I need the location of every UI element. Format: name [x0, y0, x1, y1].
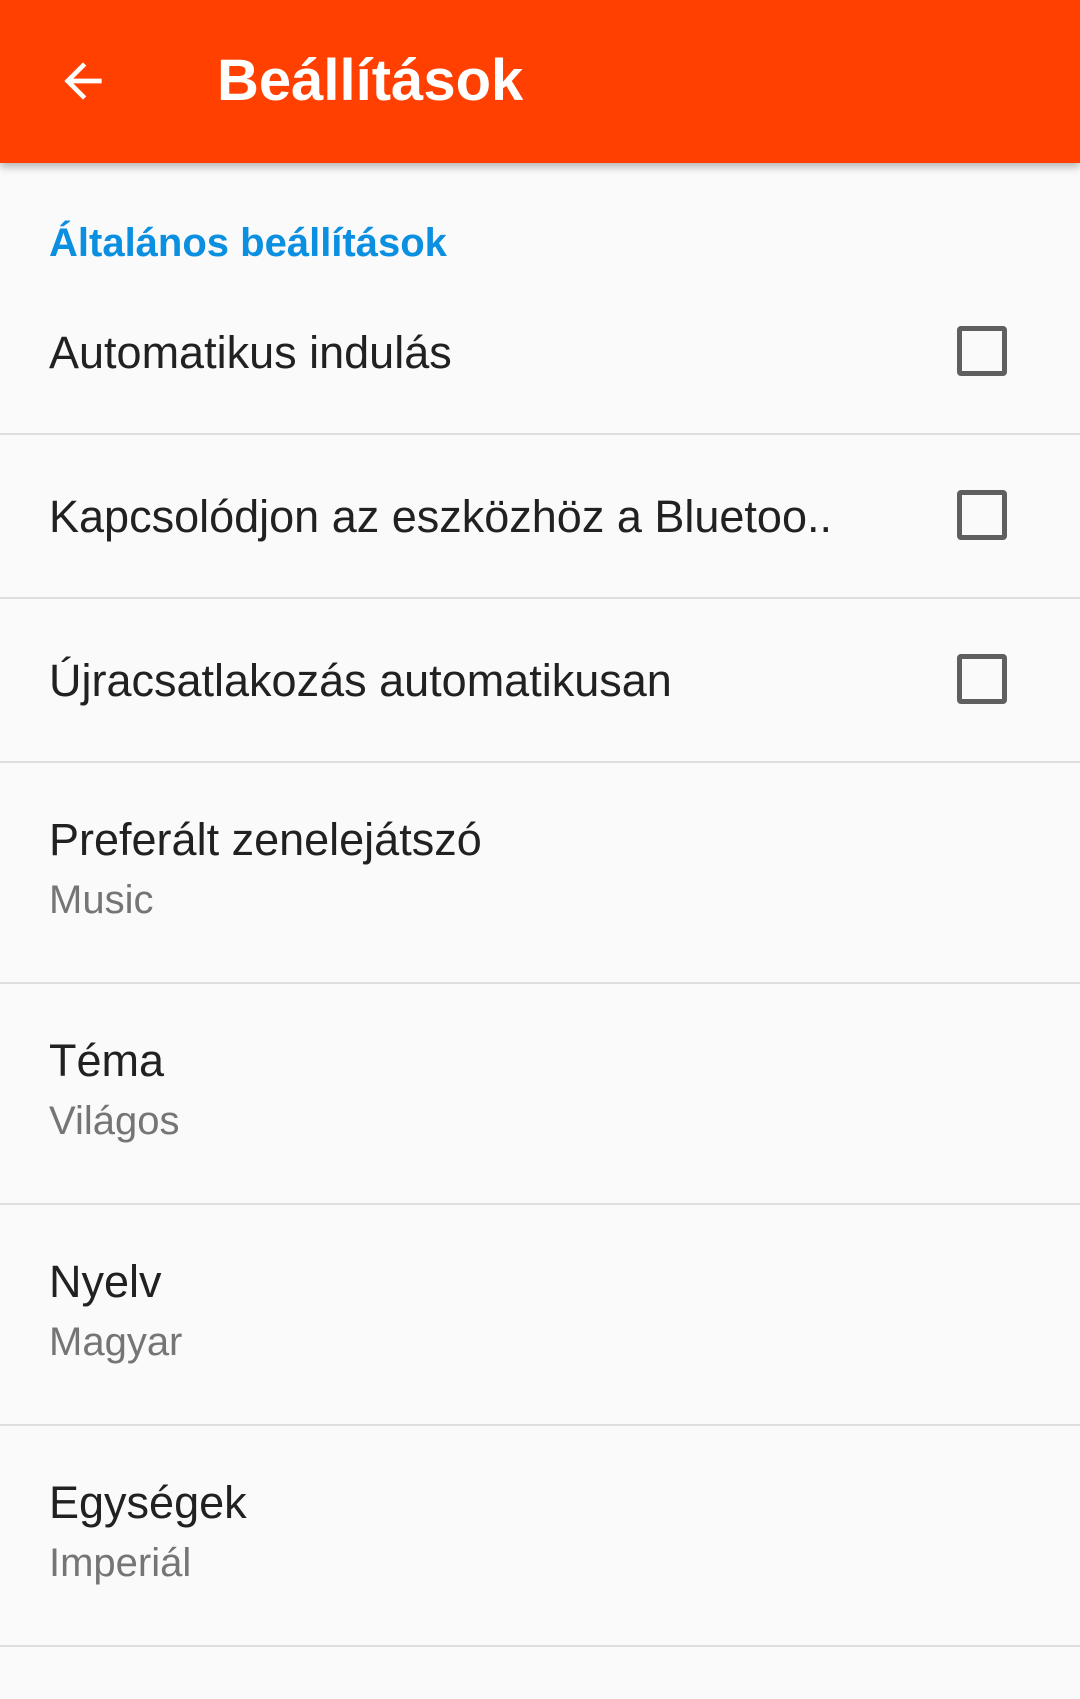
pref-music-player[interactable]: Preferált zenelejátszó Music [0, 763, 1080, 984]
pref-title: Újracsatlakozás automatikusan [49, 655, 672, 706]
settings-list: Általános beállítások Automatikus indulá… [0, 163, 1080, 1699]
pref-summary: Music [49, 878, 154, 922]
pref-summary: Magyar [49, 1320, 183, 1364]
pref-auto-start[interactable]: Automatikus indulás [0, 163, 1080, 435]
back-button[interactable] [28, 28, 138, 138]
pref-language[interactable]: Nyelv Magyar [0, 1205, 1080, 1426]
app-bar: Beállítások [0, 0, 1080, 163]
bluetooth-connect-checkbox[interactable] [957, 490, 1007, 540]
pref-title: Téma [49, 1035, 165, 1086]
pref-title: Nyelv [49, 1256, 162, 1307]
arrow-left-icon [55, 53, 111, 114]
pref-theme[interactable]: Téma Világos [0, 984, 1080, 1205]
pref-summary: Világos [49, 1099, 180, 1143]
pref-units[interactable]: Egységek Imperiál [0, 1426, 1080, 1647]
pref-title: Egységek [49, 1477, 247, 1528]
pref-bluetooth-connect[interactable]: Kapcsolódjon az eszközhöz a Bluetoo.. [0, 435, 1080, 599]
auto-start-checkbox[interactable] [957, 326, 1007, 376]
page-title: Beállítások [217, 48, 524, 113]
pref-title: Automatikus indulás [49, 327, 452, 378]
pref-summary: Imperiál [49, 1541, 192, 1585]
pref-title: Kapcsolódjon az eszközhöz a Bluetoo.. [49, 491, 832, 542]
pref-title: Preferált zenelejátszó [49, 814, 482, 865]
auto-reconnect-checkbox[interactable] [957, 654, 1007, 704]
pref-auto-reconnect[interactable]: Újracsatlakozás automatikusan [0, 599, 1080, 763]
